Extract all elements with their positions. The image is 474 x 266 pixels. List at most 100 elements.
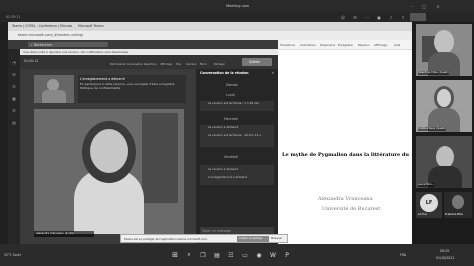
participant-name-3: Laura Mou... (418, 183, 435, 187)
close-window-icon[interactable]: ✕ (434, 3, 442, 9)
calendar-icon[interactable]: ▦ (11, 95, 17, 101)
tile2-face (437, 89, 451, 107)
chat-line-4: La réunion a démarré (208, 125, 239, 129)
avatar-initials: LF (420, 194, 438, 212)
chat-line-2: La réunion est terminée : 1 h 16 min (208, 101, 260, 105)
participant-tile-2: Cristina Sava (Guest) (416, 80, 472, 132)
browser-tabs: Teams | COPAL : Conference | Microsoft M… (8, 22, 412, 31)
address-input[interactable]: teams.microsoft.com/_#/modern-calling/ (18, 33, 83, 37)
inner-header: ⌕ Rechercher (8, 40, 278, 49)
participant-tile-1: Valentina Chisu (Guest) (416, 24, 472, 76)
tool-reactions[interactable]: Réactions (144, 63, 157, 67)
notice-text: Vous êtes invité à rejoindre une réunion… (23, 50, 129, 54)
stop-sharing-label: Arrêter le partage (239, 237, 263, 240)
chat-line-3: Mercredi (224, 117, 238, 121)
ribbon-tab-4[interactable]: Révision (358, 43, 370, 47)
edge-icon[interactable]: ◉ (254, 250, 264, 260)
participant-column: Valentina Chisu (Guest) Cristina Sava (G… (412, 22, 474, 244)
chat-line-6: Vendredi (224, 155, 239, 159)
clock-date[interactable]: 01/10/2021 (436, 256, 454, 260)
activity-icon[interactable]: ◔ (11, 59, 17, 65)
ribbon-tab-6[interactable]: Aide (394, 43, 400, 47)
chat-line-8: L'enregistrement a démarré (208, 175, 248, 179)
compose-placeholder: Taper un message (202, 229, 232, 233)
close-chat-icon[interactable]: ✕ (270, 70, 276, 76)
calls-icon[interactable]: ✆ (11, 107, 17, 113)
ribbon-tab-2[interactable]: Diaporama (320, 43, 335, 47)
chat-event-1: La réunion est terminée : 1 h 16 min (200, 101, 274, 111)
participant-tile-3: Laura Mou... (416, 136, 472, 188)
share-icon[interactable]: ⇧ (400, 14, 406, 20)
inner-leave-button[interactable]: Quitter (242, 58, 272, 66)
ribbon-tab-1[interactable]: Animations (300, 43, 316, 47)
video-area: L'enregistrement a démarré En participan… (20, 69, 196, 244)
left-rail (0, 22, 8, 244)
stop-sharing-button[interactable]: Arrêter le partage (237, 236, 269, 242)
browser-tab-1[interactable]: Teams | COPAL : Conference | Microsoft (12, 24, 72, 28)
leave-button[interactable] (410, 13, 426, 21)
tool-share[interactable]: Partager (214, 63, 225, 67)
browser-tab-2[interactable]: Microsoft Teams (78, 24, 118, 28)
ribbon-tab-5[interactable]: Affichage (374, 43, 387, 47)
participant-tile-4: LF Lia Fran (416, 192, 442, 218)
word-icon[interactable]: W (268, 250, 278, 260)
search-input[interactable]: ⌕ Rechercher (28, 42, 108, 47)
chat-event-2: La réunion a démarré La réunion est term… (200, 125, 274, 147)
tool-camera[interactable]: Caméra (186, 63, 196, 67)
hide-share-bar[interactable]: Masquer (271, 237, 282, 241)
more-icon[interactable]: ⋯ (364, 14, 370, 20)
people-icon[interactable]: ☺ (340, 14, 346, 20)
tile3-face (436, 146, 454, 168)
ribbon-tab-3[interactable]: Enregistrer (338, 43, 353, 47)
tool-conversation[interactable]: Conversation (126, 63, 143, 67)
thumb-body (42, 90, 66, 103)
tool-display[interactable]: Affichage (160, 63, 172, 67)
slide-ribbon: Transitions Animations Diaporama Enregis… (278, 40, 412, 50)
tool-mic[interactable]: Micro (200, 63, 207, 67)
teams-taskbar-icon[interactable]: ☷ (226, 250, 236, 260)
chat-icon[interactable]: ✉ (352, 14, 358, 20)
chat-line-1: Lundi (226, 93, 235, 97)
files-icon[interactable]: ▤ (11, 119, 17, 125)
chat-title: Conversation de la réunion (200, 71, 249, 75)
weather-text: 32°C Soleil (4, 253, 22, 257)
clock-time[interactable]: 09:25 (440, 249, 449, 253)
mic-icon[interactable]: ♪ (388, 14, 394, 20)
browser-address-bar: teams.microsoft.com/_#/modern-calling/ (8, 31, 412, 40)
slide-app: Transitions Animations Diaporama Enregis… (278, 40, 412, 244)
maximize-icon[interactable]: □ (420, 3, 428, 9)
speaker-video (34, 109, 184, 234)
start-icon[interactable]: ⊞ (170, 250, 180, 260)
ribbon-tab-0[interactable]: Transitions (280, 43, 295, 47)
chat-event-3: La réunion a démarré L'enregistrement a … (200, 165, 274, 185)
meeting-window: Meeting now – □ ✕ 01:35:11 ☺ ✉ ⋯ ▣ ♪ ⇧ R… (0, 0, 474, 266)
inner-teams: ⌕ Rechercher Vous êtes invité à rejoindr… (8, 40, 278, 244)
slide-author: Alexandra Vranceanu (318, 196, 373, 202)
inner-left-rail: ◔ ✉ ☷ ▦ ✆ ▤ (8, 49, 20, 244)
widgets-icon[interactable]: ▤ (212, 250, 222, 260)
slide-affiliation: Université de Bucarest (322, 206, 381, 212)
teams-icon[interactable]: ☷ (11, 83, 17, 89)
task-view-icon[interactable]: ❐ (198, 250, 208, 260)
minimize-icon[interactable]: – (408, 3, 416, 9)
taskbar-search-icon[interactable]: ⌕ (184, 250, 194, 260)
tool-participants[interactable]: Participants (110, 63, 125, 67)
chat-rail-icon[interactable]: ✉ (11, 71, 17, 77)
language-indicator[interactable]: FRA (400, 253, 406, 257)
camera-icon[interactable]: ▣ (376, 14, 382, 20)
explorer-icon[interactable]: ▭ (240, 250, 250, 260)
taskbar: 32°C Soleil ⊞ ⌕ ❐ ▤ ☷ ▭ ◉ W P FRA 09:25 … (0, 244, 474, 266)
tool-more[interactable]: Plus (176, 63, 181, 67)
powerpoint-icon[interactable]: P (282, 250, 292, 260)
chat-line-5: La réunion est terminée : 49 min 14 s (208, 133, 261, 137)
search-placeholder: Rechercher (34, 42, 53, 47)
bookshelf (142, 113, 178, 203)
meeting-timer: 01:35:11 (6, 15, 21, 19)
window-title: Meeting now (226, 4, 250, 8)
share-text: Teams est en partage de l'application te… (124, 237, 208, 241)
participant-tile-5: Ecaterina Mihai (444, 192, 472, 218)
meeting-controls: 01:35:11 ☺ ✉ ⋯ ▣ ♪ ⇧ (0, 12, 474, 22)
outer-title-bar: Meeting now – □ ✕ (0, 0, 474, 12)
speaker-name-tag: Alexandra Vranceanu (Invité) (34, 231, 94, 237)
chat-panel: Conversation de la réunion ✕ Demain Lund… (196, 69, 278, 244)
